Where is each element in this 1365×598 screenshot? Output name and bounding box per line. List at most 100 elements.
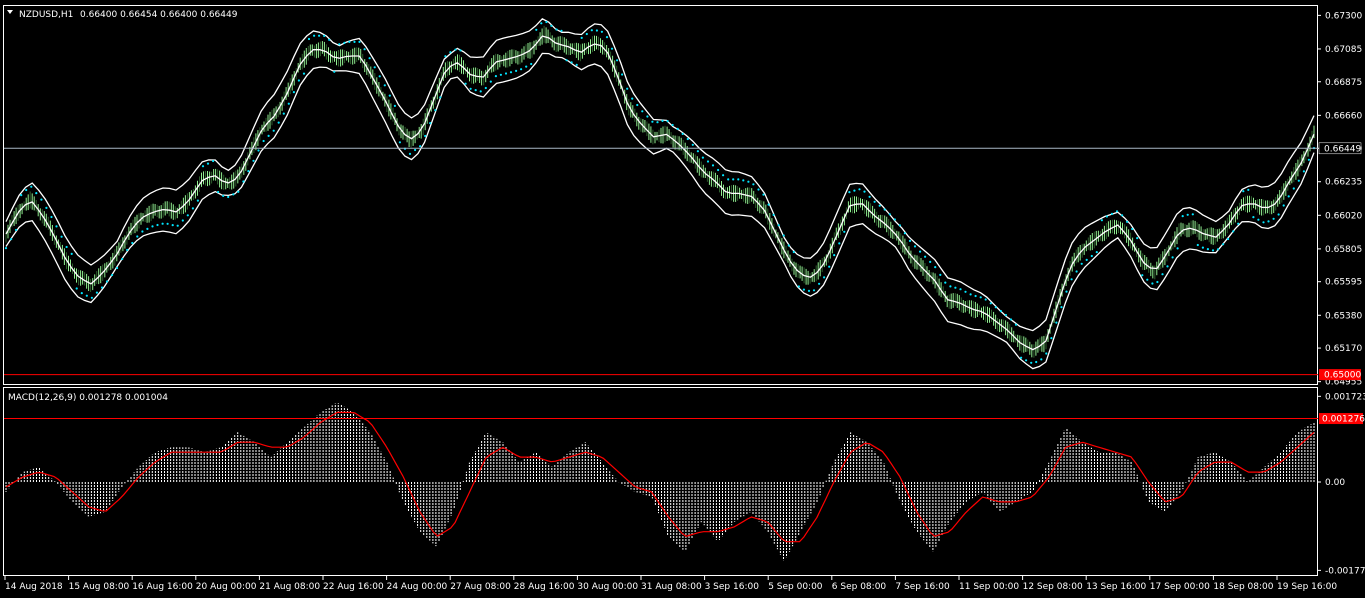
sar-dot [969,293,972,296]
time-tick-label: 28 Aug 16:00 [514,582,575,592]
sar-dot [747,180,750,183]
price-axis[interactable]: 0.67300 0.67085 0.66875 0.66660 0.66449 0.662… [1318,11,1362,388]
price-tick-label: 0.65595 [1325,278,1362,288]
sar-dot [959,288,962,291]
sar-dot [484,86,487,90]
sar-dot [434,109,437,112]
macd-signal-line [5,411,1315,543]
sar-dot [575,63,578,66]
sar-dot [166,222,169,225]
sar-dot [176,224,179,227]
upper-band-line [5,17,1315,332]
sar-dot [666,120,669,123]
main-chart-frame [3,5,1318,385]
sar-dot [722,174,725,177]
sar-dot [727,178,730,181]
sar-dot [242,180,245,183]
sar-dot [823,276,826,279]
sar-dot [282,112,285,115]
sar-dot [1075,270,1078,273]
sar-dot [247,170,250,173]
sar-dot [323,34,326,38]
collapse-triangle-icon[interactable] [7,10,13,14]
sar-dot [979,296,982,299]
sar-dot [287,102,290,105]
sar-dot [828,265,831,268]
sar-dot [600,30,604,33]
sar-dot [302,72,306,75]
sar-dot [1201,246,1204,249]
sar-dot [626,87,629,90]
sar-dot [196,199,199,202]
sar-dot [70,252,73,255]
sar-dot [1297,179,1300,182]
sar-dot [949,285,952,288]
sar-dot [156,223,159,227]
sar-dot [1176,247,1179,250]
time-tick-label: 11 Sep 00:00 [959,582,1019,592]
sar-dot [10,238,13,241]
sar-dot [1030,361,1033,364]
sar-dot [1070,278,1073,281]
sar-dot [984,298,987,301]
sar-dot [1161,273,1164,276]
sar-dot [424,134,427,138]
time-tick-label: 31 Aug 08:00 [641,582,702,592]
sar-dot [898,224,902,227]
sar-dot [55,225,58,228]
sar-dot [621,73,624,76]
sar-dot [348,40,351,44]
chart-canvas[interactable]: NZDUSD,H1 0.66400 0.66454 0.66400 0.6644… [0,0,1365,598]
sar-dot [767,203,770,206]
time-tick-label: 14 Aug 2018 [5,582,63,592]
sar-dot [560,29,563,32]
sar-dot [595,29,599,32]
sar-dot [1025,359,1028,362]
macd-current-value: 0.001276 [1322,415,1365,425]
sar-dot [732,178,735,181]
sar-dot [1146,278,1149,281]
sar-dot [65,245,68,249]
sar-dot [1110,212,1114,215]
time-tick-label: 3 Sep 16:00 [705,582,760,592]
sar-dot [408,152,412,155]
sar-dot [1196,243,1199,247]
sar-dot [1242,190,1245,193]
sar-dot [80,292,83,295]
sar-dot [1065,290,1068,293]
sar-dot [1156,280,1159,284]
sar-dot [631,97,634,100]
sar-dot [85,294,88,297]
sar-dot [1014,323,1018,326]
sar-dot [363,48,366,51]
sar-dot [924,255,927,258]
sar-dot [974,294,977,298]
sar-dot [131,241,134,245]
sar-dot [1085,258,1088,261]
sar-dot [75,287,78,290]
macd-tick-label: -0.001777 [1325,566,1365,576]
sar-dot [439,96,442,99]
sar-dot [151,225,154,228]
sar-dot [908,239,912,242]
sar-dot [489,80,492,83]
sar-dot [1009,318,1013,321]
sar-dot [358,40,361,44]
price-tick-label: 0.65380 [1325,311,1362,321]
sar-dot [1050,337,1053,340]
sar-dot [580,36,583,40]
sar-dot [373,66,376,69]
middle-band-line [5,35,1315,351]
sar-dot [1166,265,1169,268]
sar-dot [757,188,760,191]
sar-dot [267,134,270,137]
sar-dot [706,160,710,163]
sar-dot [752,183,755,186]
sar-dot [479,90,482,93]
sar-dot [60,235,63,238]
sar-dot [742,179,745,182]
sar-dot [1287,195,1290,198]
sar-dot [95,291,98,294]
sar-dot [1035,360,1038,364]
time-axis[interactable]: 14 Aug 2018 15 Aug 08:00 16 Aug 16:00 20 Au… [4,576,1337,592]
